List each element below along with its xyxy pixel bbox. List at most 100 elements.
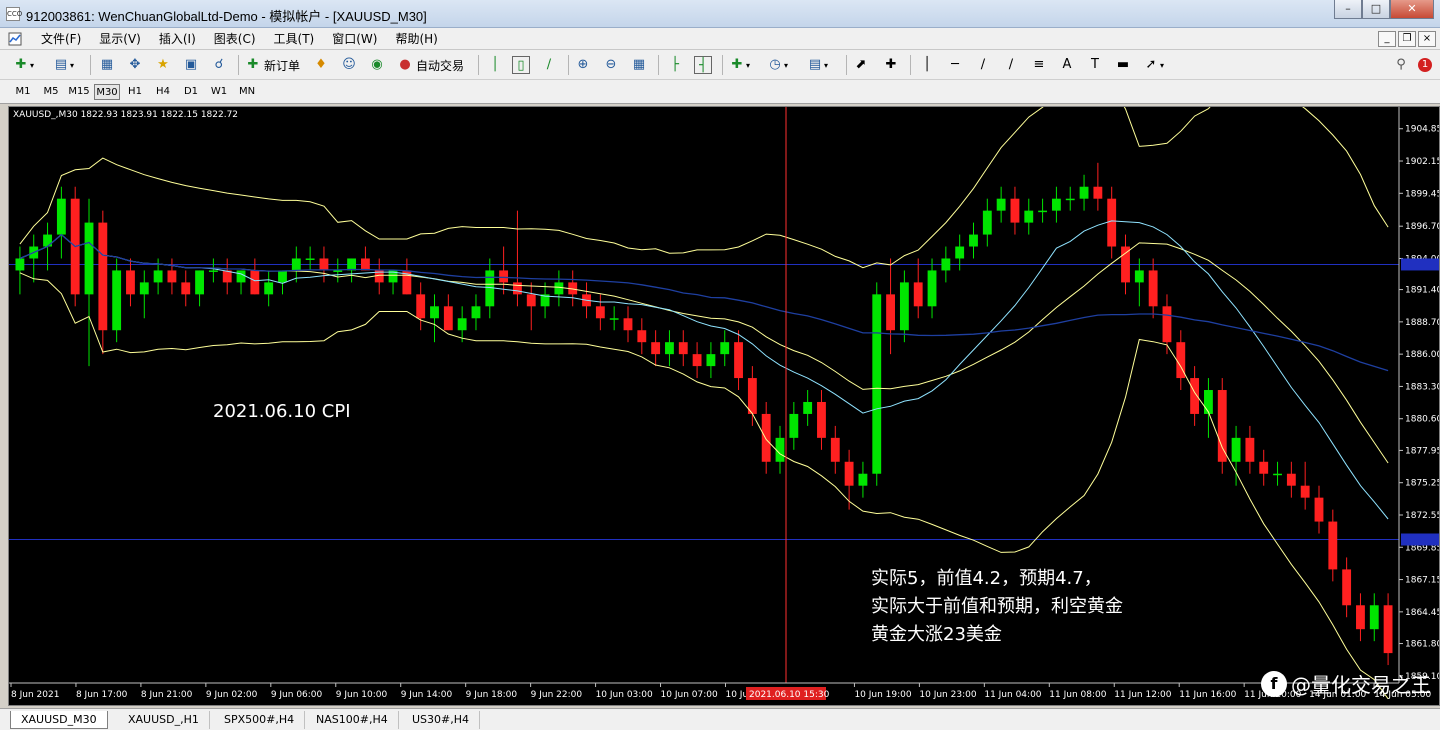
time-tick-label: 10 Jun 23:00 <box>919 690 976 700</box>
candle-body <box>982 210 992 235</box>
autoscroll-button[interactable]: ┤ <box>694 56 712 74</box>
signals-button[interactable]: ◉ <box>368 56 386 74</box>
notifications-button[interactable]: 1 <box>1418 56 1432 74</box>
annotation-line-2: 实际大于前值和预期，利空黄金 <box>871 596 1123 617</box>
candle-body <box>1107 198 1117 247</box>
vertical-line-tool-button[interactable]: │ <box>918 56 936 74</box>
chart-tab-4[interactable]: US30#,H4 <box>402 711 481 729</box>
new-chart-button[interactable]: ✚ ▾ <box>12 56 34 74</box>
candle-chart-button[interactable]: ▯ <box>512 56 530 74</box>
candle-body <box>430 306 439 319</box>
chart-area[interactable]: 1904.851902.151899.451896.701894.001891.… <box>8 106 1440 706</box>
candle-body <box>817 401 826 438</box>
chart-shift-button[interactable]: ├ <box>666 56 684 74</box>
meta-editor-button[interactable]: ♦ <box>312 56 330 74</box>
timeframe-d1[interactable]: D1 <box>178 84 204 100</box>
maximize-button[interactable]: □ <box>1362 0 1390 19</box>
candle-chart-icon: ▯ <box>512 56 530 74</box>
timeframe-m15[interactable]: M15 <box>66 84 92 100</box>
mdi-close-button[interactable]: × <box>1418 31 1436 47</box>
auto-trading-button[interactable]: ● 自动交易 <box>396 56 464 74</box>
channel-tool-button[interactable]: ∕ <box>1002 56 1020 74</box>
horizontal-line-tool-button[interactable]: ─ <box>946 56 964 74</box>
menu-bar: 文件(F) 显示(V) 插入(I) 图表(C) 工具(T) 窗口(W) 帮助(H) _ ❐ … <box>0 28 1440 50</box>
price-tick-label: 1896.70 <box>1405 222 1439 232</box>
templates-button[interactable]: ▤ ▾ <box>806 56 828 74</box>
candle-body <box>1065 198 1075 201</box>
candle-body <box>789 413 799 438</box>
periods-button[interactable]: ◷ ▾ <box>766 56 788 74</box>
mdi-restore-button[interactable]: ❐ <box>1398 31 1416 47</box>
bar-chart-button[interactable]: │ <box>486 56 504 74</box>
tile-windows-button[interactable]: ▦ <box>630 56 648 74</box>
annotation-cpi: 2021.06.10 CPI <box>213 401 351 422</box>
chart-tabs: XAUUSD_M30 XAUUSD_,H1 SPX500#,H4 NAS100#,H4… <box>0 708 1440 730</box>
candle-body <box>734 342 743 379</box>
cursor-icon: ⬈ <box>855 57 867 72</box>
candle-body <box>471 306 481 319</box>
timeframe-mn[interactable]: MN <box>234 84 260 100</box>
chart-window-icon[interactable] <box>8 32 22 46</box>
line-chart-icon: ∕ <box>546 57 552 72</box>
rectangle-tool-button[interactable]: ▬ <box>1114 56 1132 74</box>
menu-item-5[interactable]: 窗口(W) <box>323 31 386 47</box>
text-tool-button[interactable]: A <box>1058 56 1076 74</box>
strategy-tester-button[interactable]: ☌ <box>210 56 228 74</box>
candle-body <box>678 342 688 355</box>
trendline-tool-button[interactable]: ∕ <box>974 56 992 74</box>
menu-item-4[interactable]: 工具(T) <box>265 31 324 47</box>
timeframe-m5[interactable]: M5 <box>38 84 64 100</box>
chart-tab-1[interactable]: XAUUSD_,H1 <box>118 711 210 729</box>
time-tick-label: 8 Jun 21:00 <box>141 690 193 700</box>
candle-body <box>955 246 965 259</box>
mdi-minimize-button[interactable]: _ <box>1378 31 1396 47</box>
text-label-tool-button[interactable]: T <box>1086 56 1104 74</box>
annotation-line-3: 黄金大涨23美金 <box>871 624 1002 645</box>
timeframe-m1[interactable]: M1 <box>10 84 36 100</box>
signal-icon: ◉ <box>371 57 383 72</box>
time-tick-label: 11 Jun 04:00 <box>984 690 1041 700</box>
menu-item-6[interactable]: 帮助(H) <box>386 31 446 47</box>
menu-item-3[interactable]: 图表(C) <box>205 31 265 47</box>
arrows-tool-button[interactable]: ➚ ▾ <box>1142 56 1164 74</box>
favorites-button[interactable]: ★ <box>154 56 172 74</box>
line-chart-button[interactable]: ∕ <box>540 56 558 74</box>
profiles-button[interactable]: ▤ ▾ <box>52 56 74 74</box>
bollinger-lower-line <box>19 272 1389 700</box>
menu-item-1[interactable]: 显示(V) <box>90 31 150 47</box>
candle-body <box>15 258 25 271</box>
timeframe-h1[interactable]: H1 <box>122 84 148 100</box>
candle-body <box>305 258 315 260</box>
menu-item-2[interactable]: 插入(I) <box>150 31 205 47</box>
price-tick-label: 1904.85 <box>1405 125 1439 135</box>
candle-body <box>927 270 937 307</box>
timeframe-h4[interactable]: H4 <box>150 84 176 100</box>
zoom-in-button[interactable]: ⊕ <box>574 56 592 74</box>
crosshair-tool-button[interactable]: ✚ <box>882 56 900 74</box>
timeframe-w1[interactable]: W1 <box>206 84 232 100</box>
time-tick-label: 8 Jun 2021 <box>11 690 59 700</box>
timeframe-m30[interactable]: M30 <box>94 84 120 100</box>
market-watch-button[interactable]: ▦ <box>98 56 116 74</box>
indicators-button[interactable]: ✚ ▾ <box>728 56 750 74</box>
candle-body <box>1231 437 1241 462</box>
navigator-button[interactable]: ✥ <box>126 56 144 74</box>
community-button[interactable]: ☺ <box>340 56 358 74</box>
candle-body <box>747 378 757 414</box>
cursor-tool-button[interactable]: ⬈ <box>852 56 870 74</box>
chart-tab-3[interactable]: NAS100#,H4 <box>306 711 399 729</box>
minimize-button[interactable]: – <box>1334 0 1362 19</box>
new-order-button[interactable]: ✚ 新订单 <box>244 56 300 74</box>
candle-body <box>1286 473 1296 486</box>
candle-body <box>513 282 522 295</box>
search-button[interactable]: ⚲ <box>1392 56 1410 74</box>
close-button[interactable]: ✕ <box>1390 0 1434 19</box>
price-tick-label: 1902.15 <box>1405 157 1439 167</box>
zoom-out-button[interactable]: ⊖ <box>602 56 620 74</box>
candle-body <box>333 270 343 272</box>
terminal-button[interactable]: ▣ <box>182 56 200 74</box>
chart-tab-0[interactable]: XAUUSD_M30 <box>10 711 108 729</box>
menu-item-0[interactable]: 文件(F) <box>32 31 90 47</box>
chart-tab-2[interactable]: SPX500#,H4 <box>214 711 306 729</box>
fibonacci-tool-button[interactable]: ≡ <box>1030 56 1048 74</box>
